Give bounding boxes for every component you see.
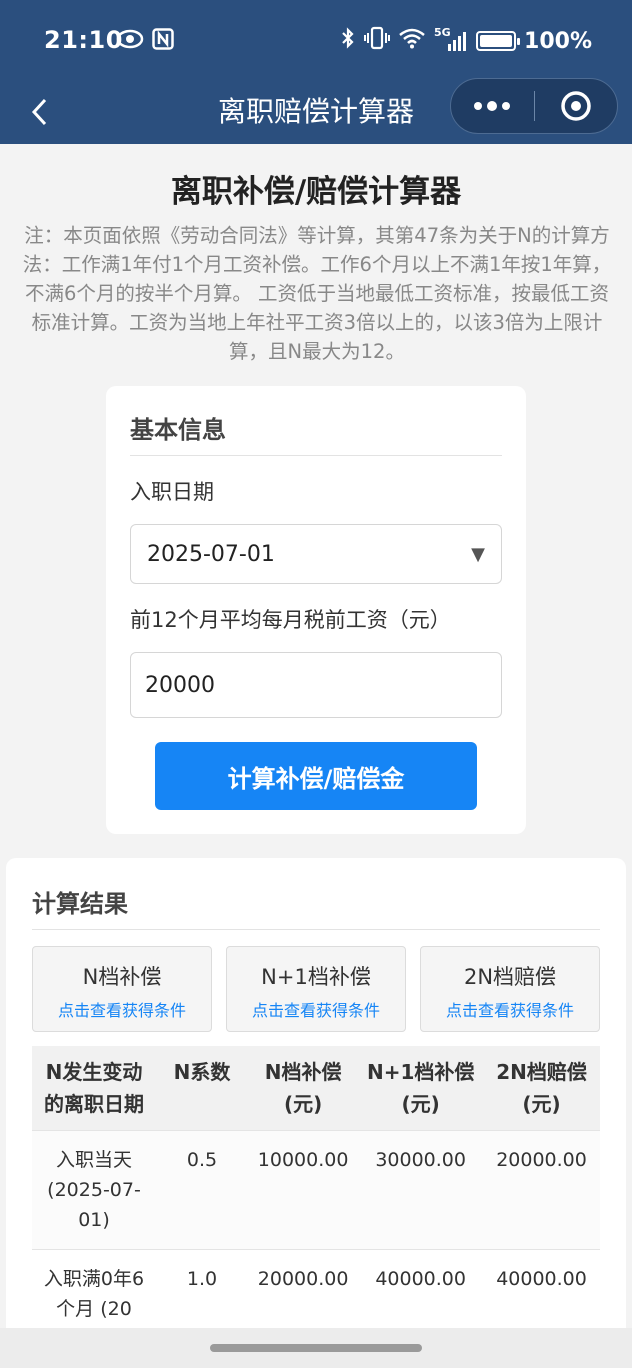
cell-n-amount: 20000.00	[248, 1249, 359, 1328]
more-dots-icon	[474, 101, 511, 111]
nav-bar: 离职赔偿计算器	[0, 78, 632, 144]
status-bar: 21:10 5G 100%	[0, 0, 632, 82]
main-content[interactable]: 离职补偿/赔偿计算器 注：本页面依照《劳动合同法》等计算，其第47条为关于N的计…	[0, 144, 632, 1328]
tab-title: N+1档补偿	[261, 965, 371, 989]
wifi-icon	[398, 27, 426, 55]
legal-note: 注：本页面依照《劳动合同法》等计算，其第47条为关于N的计算方法：工作满1年付1…	[22, 224, 612, 363]
target-circle-icon	[561, 91, 591, 121]
header-leave-date: N发生变动的离职日期	[32, 1046, 156, 1131]
vibrate-icon	[364, 26, 391, 56]
close-miniprogram-button[interactable]	[535, 79, 618, 133]
cell-n-plus-1-amount: 30000.00	[358, 1130, 484, 1250]
cell-2n-amount: 40000.00	[483, 1249, 600, 1328]
hire-date-label: 入职日期	[130, 480, 214, 504]
tab-n-compensation[interactable]: N档补偿 点击查看获得条件	[32, 946, 212, 1032]
salary-label: 前12个月平均每月税前工资（元）	[130, 608, 451, 632]
basic-info-card: 基本信息 入职日期 2025-07-01 ▼ 前12个月平均每月税前工资（元） …	[106, 386, 526, 834]
tab-title: N档补偿	[82, 965, 162, 989]
signal-icon: 5G	[434, 26, 468, 52]
battery-icon	[476, 31, 521, 51]
cell-n-factor: 0.5	[156, 1130, 248, 1250]
tab-conditions-link[interactable]: 点击查看获得条件	[421, 997, 599, 1021]
tab-n-plus-1-compensation[interactable]: N+1档补偿 点击查看获得条件	[226, 946, 406, 1032]
eye-icon	[116, 28, 144, 54]
result-card: 计算结果 N档补偿 点击查看获得条件 N+1档补偿 点击查看获得条件 2N档赔偿…	[6, 858, 626, 1328]
cell-leave-date: 入职当天(2025-07-01)	[32, 1130, 156, 1250]
tab-2n-compensation[interactable]: 2N档赔偿 点击查看获得条件	[420, 946, 600, 1032]
header-n-amount: N档补偿(元)	[248, 1046, 359, 1131]
header-n-factor: N系数	[156, 1046, 248, 1131]
battery-percent: 100%	[524, 28, 592, 54]
section-title-result: 计算结果	[32, 884, 600, 930]
result-table: N发生变动的离职日期 N系数 N档补偿(元) N+1档补偿(元) 2N档赔偿(元…	[32, 1046, 600, 1328]
hire-date-select[interactable]: 2025-07-01 ▼	[130, 524, 502, 584]
tab-title: 2N档赔偿	[463, 965, 557, 989]
more-button[interactable]	[451, 79, 534, 133]
tab-conditions-link[interactable]: 点击查看获得条件	[33, 997, 211, 1021]
dropdown-arrow-icon: ▼	[471, 543, 485, 565]
section-title-basic: 基本信息	[130, 410, 502, 456]
cell-2n-amount: 20000.00	[483, 1130, 600, 1250]
table-row: 入职满0年6个月 (20 1.0 20000.00 40000.00 40000…	[32, 1249, 600, 1328]
miniprogram-capsule	[450, 78, 618, 134]
header-2n-amount: 2N档赔偿(元)	[483, 1046, 600, 1131]
page-title: 离职补偿/赔偿计算器	[170, 174, 462, 210]
salary-input[interactable]: 20000	[130, 652, 502, 718]
salary-value: 20000	[145, 672, 215, 698]
home-indicator[interactable]	[210, 1344, 422, 1352]
table-header-row: N发生变动的离职日期 N系数 N档补偿(元) N+1档补偿(元) 2N档赔偿(元…	[32, 1046, 600, 1131]
cell-n-amount: 10000.00	[248, 1130, 359, 1250]
hire-date-value: 2025-07-01	[147, 541, 275, 567]
nfc-icon	[152, 28, 174, 54]
calculate-button[interactable]: 计算补偿/赔偿金	[155, 742, 477, 810]
result-tabs: N档补偿 点击查看获得条件 N+1档补偿 点击查看获得条件 2N档赔偿 点击查看…	[32, 946, 600, 1032]
tab-conditions-link[interactable]: 点击查看获得条件	[227, 997, 405, 1021]
header-n-plus-1-amount: N+1档补偿(元)	[358, 1046, 484, 1131]
cell-n-plus-1-amount: 40000.00	[358, 1249, 484, 1328]
cell-leave-date: 入职满0年6个月 (20	[32, 1249, 156, 1328]
bluetooth-icon	[340, 26, 356, 56]
status-time: 21:10	[44, 26, 123, 54]
network-label: 5G	[434, 26, 451, 39]
cell-n-factor: 1.0	[156, 1249, 248, 1328]
table-row: 入职当天(2025-07-01) 0.5 10000.00 30000.00 2…	[32, 1130, 600, 1250]
